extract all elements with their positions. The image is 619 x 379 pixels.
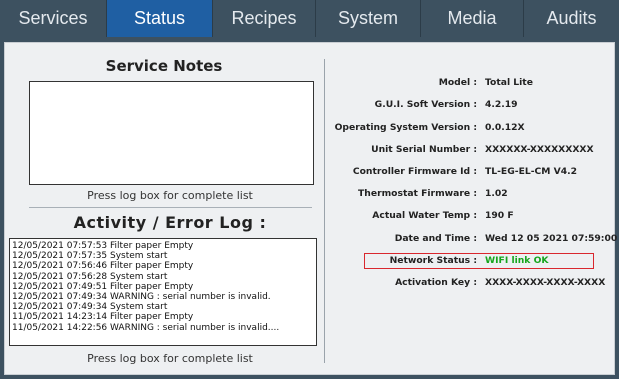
log-entry: 12/05/2021 07:49:51 Filter paper Empty <box>12 281 194 292</box>
os-version-label: Operating System Version : <box>334 122 477 133</box>
activity-log-box[interactable]: 12/05/2021 07:57:53 Filter paper Empty 1… <box>9 238 317 346</box>
gui-version-value: 4.2.19 <box>485 99 518 110</box>
log-entry: 11/05/2021 14:23:14 Filter paper Empty <box>12 312 194 323</box>
tab-services[interactable]: Services <box>0 0 107 37</box>
water-temp-value: 190 F <box>485 210 514 221</box>
model-value: Total Lite <box>485 77 533 88</box>
log-entry: 12/05/2021 07:57:35 System start <box>12 251 168 262</box>
log-entry: 12/05/2021 07:56:28 System start <box>12 271 168 282</box>
model-label: Model : <box>438 77 477 88</box>
activation-label: Activation Key : <box>395 277 477 288</box>
controller-fw-row: Controller Firmware Id : TL-EG-EL-CM V4.… <box>327 166 616 180</box>
service-notes-hint: Press log box for complete list <box>87 189 253 202</box>
water-temp-label: Actual Water Temp : <box>372 210 477 221</box>
left-column: Service Notes Press log box for complete… <box>9 43 317 374</box>
controller-fw-value: TL-EG-EL-CM V4.2 <box>485 166 577 177</box>
datetime-row: Date and Time : Wed 12 05 2021 07:59:00 … <box>327 233 619 247</box>
tab-media[interactable]: Media <box>421 0 524 37</box>
network-status-row: Network Status : WIFI link OK <box>327 255 616 269</box>
serial-value: XXXXXX-XXXXXXXXX <box>485 144 594 155</box>
column-divider <box>324 59 325 363</box>
log-entry: 12/05/2021 07:57:53 Filter paper Empty <box>12 241 194 251</box>
network-status-label: Network Status : <box>389 255 477 266</box>
serial-label: Unit Serial Number : <box>371 144 477 155</box>
activation-value: XXXX-XXXX-XXXX-XXXX <box>485 277 606 288</box>
os-version-value: 0.0.12X <box>485 122 525 133</box>
log-entry: 11/05/2021 14:22:56 WARNING : serial num… <box>12 322 280 333</box>
status-info: Model : Total Lite G.U.I. Soft Version :… <box>327 43 619 374</box>
water-temp-row: Actual Water Temp : 190 F <box>327 210 616 224</box>
tab-audits[interactable]: Audits <box>524 0 619 37</box>
serial-row: Unit Serial Number : XXXXXX-XXXXXXXXX <box>327 144 616 158</box>
controller-fw-label: Controller Firmware Id : <box>352 166 477 177</box>
thermostat-fw-row: Thermostat Firmware : 1.02 <box>327 188 616 202</box>
log-entry: 12/05/2021 07:49:34 WARNING : serial num… <box>12 292 271 303</box>
datetime-label: Date and Time : <box>394 233 477 244</box>
service-notes-title: Service Notes <box>105 57 223 75</box>
os-version-row: Operating System Version : 0.0.12X <box>327 122 616 136</box>
log-entry: 12/05/2021 07:49:34 System start <box>12 302 168 313</box>
activation-row: Activation Key : XXXX-XXXX-XXXX-XXXX <box>327 277 616 291</box>
gui-version-label: G.U.I. Soft Version : <box>374 99 477 110</box>
thermostat-fw-value: 1.02 <box>485 188 508 199</box>
tab-recipes[interactable]: Recipes <box>213 0 316 37</box>
activity-log-hint: Press log box for complete list <box>87 352 253 365</box>
thermostat-fw-label: Thermostat Firmware : <box>358 188 477 199</box>
tab-status[interactable]: Status <box>107 0 213 37</box>
activity-log-title: Activity / Error Log : <box>73 213 267 232</box>
network-status-value: WIFI link OK <box>485 255 549 266</box>
section-divider <box>29 207 312 208</box>
status-panel: Service Notes Press log box for complete… <box>4 42 619 375</box>
model-row: Model : Total Lite <box>327 77 616 91</box>
log-entry: 12/05/2021 07:56:46 Filter paper Empty <box>12 261 194 272</box>
gui-version-row: G.U.I. Soft Version : 4.2.19 <box>327 99 616 113</box>
tab-system[interactable]: System <box>316 0 421 37</box>
tab-bar: Services Status Recipes System Media Aud… <box>0 0 619 37</box>
service-notes-box[interactable] <box>29 81 314 185</box>
datetime-value: Wed 12 05 2021 07:59:00 am <box>485 233 619 244</box>
